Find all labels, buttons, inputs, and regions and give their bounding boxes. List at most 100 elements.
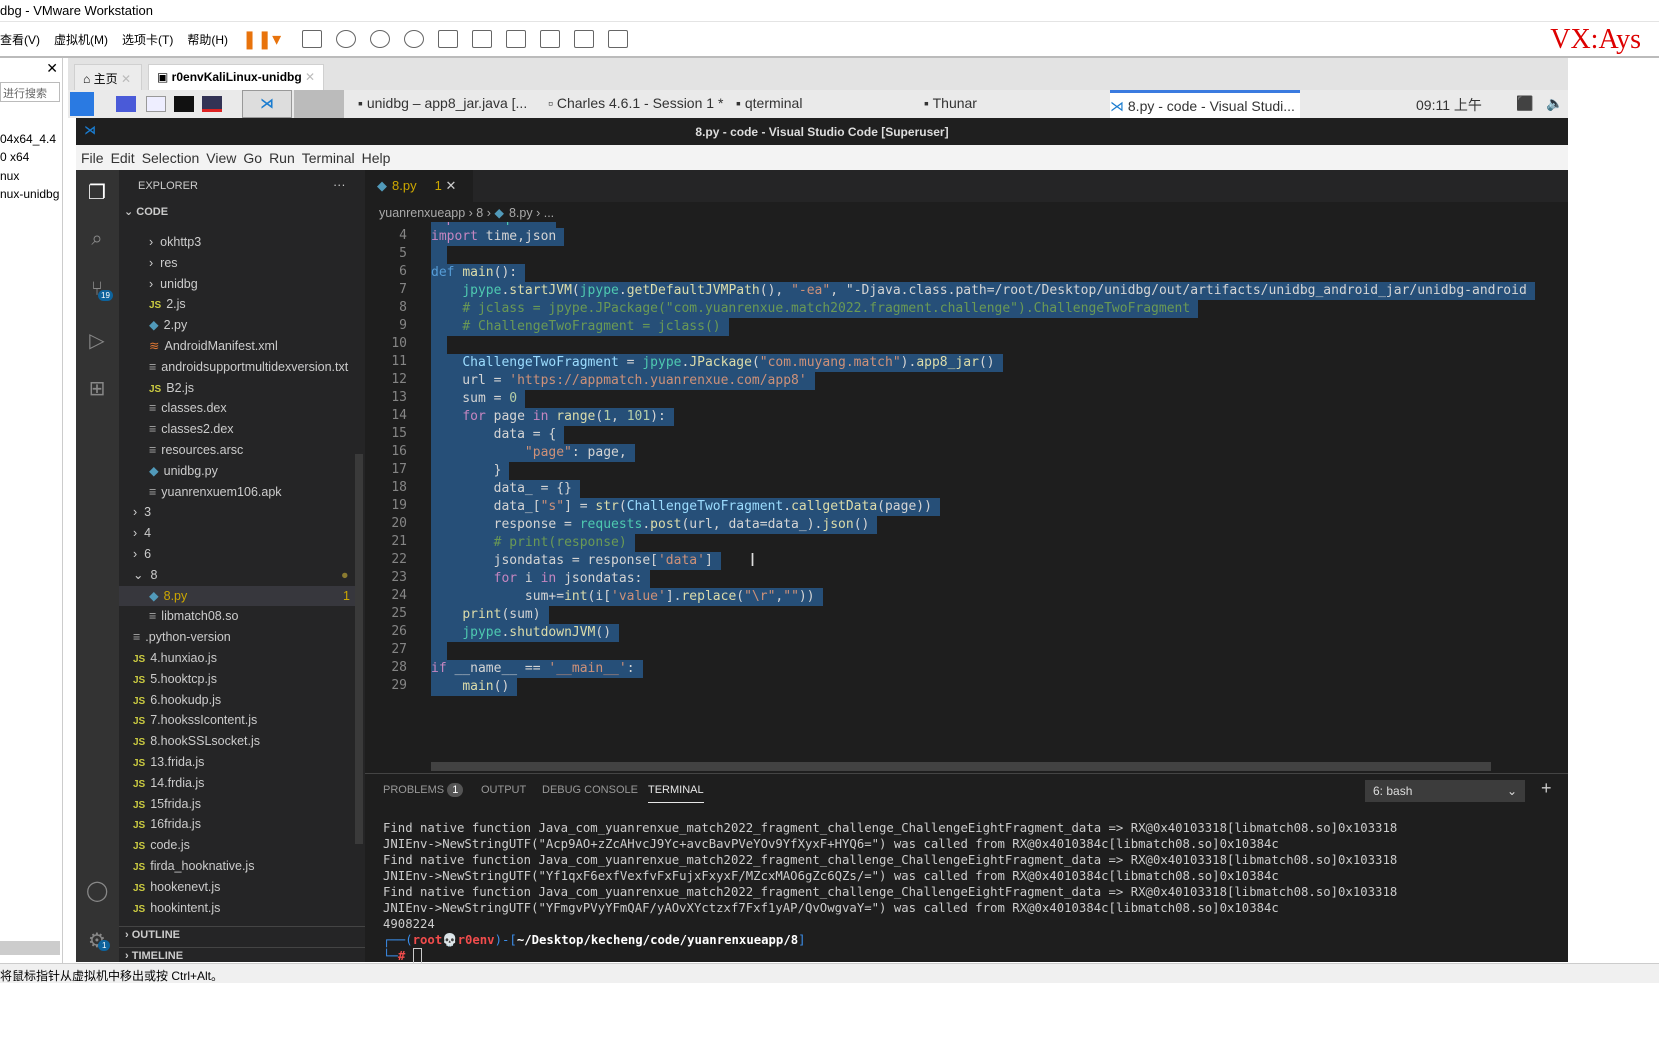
stretch-icon[interactable] — [608, 30, 629, 48]
file-item[interactable]: JS 13.frida.js — [133, 752, 204, 772]
breadcrumb-item[interactable]: ... — [544, 206, 554, 220]
tab-problems[interactable]: PROBLEMS 1 — [383, 783, 464, 797]
fullscreen-icon[interactable] — [506, 30, 527, 48]
code-line[interactable] — [431, 642, 447, 660]
code-line[interactable]: jpype.startJVM(jpype.getDefaultJVMPath()… — [431, 282, 1535, 300]
send-keys-icon[interactable] — [302, 30, 323, 48]
code-line[interactable]: main() — [431, 678, 518, 696]
kali-menu-icon[interactable] — [70, 92, 94, 116]
thumbnail-view-icon[interactable] — [472, 30, 493, 48]
file-item[interactable]: JS 4.hunxiao.js — [133, 648, 217, 668]
menu-run[interactable]: Run — [269, 150, 295, 166]
file-item[interactable]: JS 8.hookSSLsocket.js — [133, 731, 260, 751]
terminal-input[interactable]: └─# — [383, 948, 423, 964]
code-line[interactable]: response = requests.post(url, data=data_… — [431, 516, 878, 534]
terminal-icon[interactable] — [174, 96, 194, 112]
library-item[interactable]: nux-unidbg — [0, 187, 59, 201]
file-item[interactable]: ◆ 8.py 1 — [119, 585, 357, 606]
menu-help[interactable]: Help — [362, 150, 391, 166]
tab-vm[interactable]: ▣ r0envKaliLinux-unidbg ✕ — [148, 64, 325, 90]
file-item[interactable]: ≡ classes.dex — [149, 398, 227, 418]
more-actions-icon[interactable]: ··· — [333, 178, 346, 192]
code-line[interactable]: data = { — [431, 426, 565, 444]
extensions-icon[interactable]: ⊞ — [86, 376, 108, 400]
file-item[interactable]: JS 14.frdia.js — [133, 773, 204, 793]
code-line[interactable]: ChallengeTwoFragment = jpype.JPackage("c… — [431, 354, 1003, 372]
file-item[interactable]: JS 2.js — [149, 294, 186, 314]
code-line[interactable]: sum+=int(i['value'].replace("\r","")) — [431, 588, 823, 606]
snapshot-manager-icon[interactable] — [404, 30, 425, 48]
tab-output[interactable]: OUTPUT — [481, 784, 526, 796]
terminal-select[interactable]: 6: bash ⌄ — [1365, 780, 1525, 802]
task-vscode[interactable]: ⋊ 8.py - code - Visual Studi... — [1110, 90, 1300, 118]
file-item[interactable]: JS hookintent.js — [133, 898, 220, 918]
file-item[interactable]: ≋ AndroidManifest.xml — [149, 336, 278, 356]
task-thunar[interactable]: ▪ Thunar — [924, 95, 977, 111]
task-intellij[interactable]: ▪ unidbg – app8_jar.java [... — [358, 95, 527, 111]
revert-snapshot-icon[interactable] — [370, 30, 391, 48]
file-item[interactable]: JS 16frida.js — [133, 814, 201, 834]
code-line[interactable]: # jclass = jpype.JPackage("com.yuanrenxu… — [431, 300, 1199, 318]
file-item[interactable]: JS hookenevt.js — [133, 877, 220, 897]
file-item[interactable]: ≡ libmatch08.so — [149, 606, 238, 626]
settings-gear-icon[interactable]: ⚙ 1 — [86, 928, 111, 952]
tab-8py[interactable]: ◆ 8.py 1 ✕ — [365, 170, 473, 202]
close-icon[interactable]: ✕ — [46, 60, 58, 77]
code-line[interactable]: jsondatas = response['data'] — [431, 552, 721, 570]
file-item[interactable]: ≡ .python-version — [133, 627, 231, 647]
menu-terminal[interactable]: Terminal — [302, 150, 355, 166]
tab-terminal[interactable]: TERMINAL — [648, 784, 704, 803]
code-line[interactable]: def main(): — [431, 264, 526, 282]
breadcrumb-item[interactable]: 8.py — [509, 206, 533, 220]
file-item[interactable]: ≡ classes2.dex — [149, 419, 234, 439]
run-debug-icon[interactable]: ▷ — [86, 328, 108, 352]
menu-edit[interactable]: Edit — [111, 150, 135, 166]
file-item[interactable]: JS firda_hooknative.js — [133, 856, 254, 876]
tray-icon[interactable]: ⬛ — [1516, 95, 1533, 112]
file-item[interactable]: › unidbg — [149, 274, 198, 294]
breadcrumb-item[interactable]: yuanrenxueapp — [379, 206, 465, 220]
library-view-icon[interactable] — [438, 30, 459, 48]
code-line[interactable] — [431, 246, 447, 264]
code-line[interactable]: "page": page, — [431, 444, 635, 462]
file-item[interactable]: JS 5.hooktcp.js — [133, 669, 217, 689]
pause-icon[interactable]: ❚❚▾ — [242, 29, 281, 50]
code-line[interactable]: url = 'https://appmatch.yuanrenxue.com/a… — [431, 372, 815, 390]
file-item[interactable]: › res — [149, 253, 178, 273]
code-line[interactable]: import time,json — [431, 228, 565, 246]
screen-recorder-icon[interactable] — [202, 96, 222, 112]
code-line[interactable]: for page in range(1, 101): — [431, 408, 674, 426]
tab-debug-console[interactable]: DEBUG CONSOLE — [542, 784, 638, 796]
volume-icon[interactable]: 🔈 — [1546, 95, 1563, 112]
menu-vm[interactable]: 虚拟机(M) — [54, 31, 108, 48]
code-line[interactable]: } — [431, 462, 510, 480]
code-line[interactable]: sum = 0 — [431, 390, 526, 408]
file-item[interactable]: › okhttp3 — [149, 232, 201, 252]
file-item[interactable]: ◆ 2.py — [149, 315, 187, 335]
sidebar-scrollbar[interactable] — [355, 454, 363, 844]
code-line[interactable]: jpype.shutdownJVM() — [431, 624, 620, 642]
menu-view[interactable]: 查看(V) — [0, 31, 40, 48]
code-line[interactable]: data_["s"] = str(ChallengeTwoFragment.ca… — [431, 498, 940, 516]
horizontal-scrollbar[interactable] — [431, 762, 1491, 771]
file-item[interactable]: ≡ resources.arsc — [149, 440, 243, 460]
menu-go[interactable]: Go — [243, 150, 262, 166]
explorer-icon[interactable]: ❐ — [86, 180, 108, 204]
file-item[interactable]: › 3 — [133, 502, 151, 522]
source-control-icon[interactable]: ⑂ 19 — [86, 278, 113, 301]
file-item[interactable]: JS 7.hookssIcontent.js — [133, 710, 257, 730]
menu-selection[interactable]: Selection — [142, 150, 200, 166]
menu-file[interactable]: File — [81, 150, 104, 166]
library-search[interactable]: 进行搜索 — [0, 82, 60, 102]
new-terminal-button[interactable]: + — [1541, 778, 1552, 799]
task-charles[interactable]: ▫ Charles 4.6.1 - Session 1 * — [548, 95, 723, 111]
file-item[interactable]: ≡ androidsupportmultidexversion.txt — [149, 357, 348, 377]
file-item[interactable]: › 4 — [133, 523, 151, 543]
menu-tabs[interactable]: 选项卡(T) — [122, 31, 173, 48]
file-item[interactable]: › 6 — [133, 544, 151, 564]
outline-section[interactable]: › OUTLINE — [119, 926, 365, 943]
code-line[interactable]: print(sum) — [431, 606, 549, 624]
file-item[interactable]: JS 6.hookudp.js — [133, 690, 221, 710]
code-line[interactable]: # print(response) — [431, 534, 635, 552]
file-item[interactable]: JS 15frida.js — [133, 794, 201, 814]
